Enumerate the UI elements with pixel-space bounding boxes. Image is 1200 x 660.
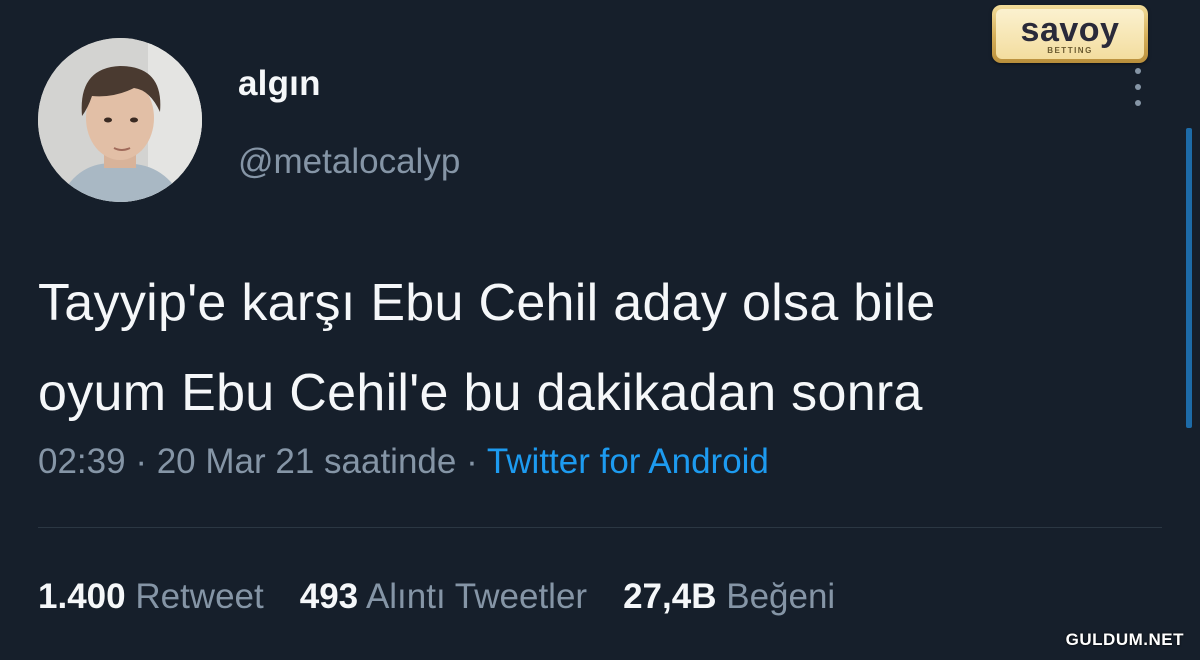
tweet-source-link[interactable]: Twitter for Android <box>487 442 769 481</box>
quote-tweet-count[interactable]: 493 Alıntı Tweetler <box>300 577 587 617</box>
tweet-stats: 1.400 Retweet 493 Alıntı Tweetler 27,4B Be… <box>38 577 871 617</box>
tweet-text-line: Tayyip'e karşı Ebu Cehil aday olsa bile <box>38 274 936 332</box>
retweet-count[interactable]: 1.400 Retweet <box>38 577 264 617</box>
savoy-logo: savoy BETTING <box>992 5 1148 63</box>
display-name[interactable]: algın <box>238 64 321 104</box>
more-vertical-icon <box>1135 68 1141 74</box>
meta-separator: · <box>125 442 157 481</box>
more-options-button[interactable] <box>1128 66 1148 112</box>
stat-count: 1.400 <box>38 577 126 616</box>
user-handle[interactable]: @metalocalyp <box>238 142 460 182</box>
stat-label: Retweet <box>135 577 264 616</box>
scrollbar[interactable] <box>1186 128 1192 428</box>
avatar[interactable] <box>38 38 202 202</box>
divider <box>38 527 1162 528</box>
tweet-date[interactable]: 20 Mar 21 saatinde <box>157 442 457 481</box>
tweet-text: Tayyip'e karşı Ebu Cehil aday olsa bile … <box>38 258 1178 438</box>
tweet-time[interactable]: 02:39 <box>38 442 126 481</box>
stat-label: Beğeni <box>726 577 836 616</box>
watermark: GULDUM.NET <box>1065 630 1184 649</box>
stat-count: 493 <box>299 577 359 616</box>
like-count[interactable]: 27,4B Beğeni <box>623 577 835 617</box>
logo-sub: BETTING <box>1047 46 1093 55</box>
stat-label: Alıntı Tweetler <box>365 577 588 616</box>
tweet-meta: 02:39 · 20 Mar 21 saatinde · Twitter for… <box>38 442 769 482</box>
tweet-text-line: oyum Ebu Cehil'e bu dakikadan sonra <box>38 364 923 422</box>
meta-separator: · <box>456 442 487 481</box>
stat-count: 27,4B <box>623 577 717 616</box>
logo-word: savoy <box>1020 11 1120 49</box>
avatar-image <box>38 38 202 202</box>
